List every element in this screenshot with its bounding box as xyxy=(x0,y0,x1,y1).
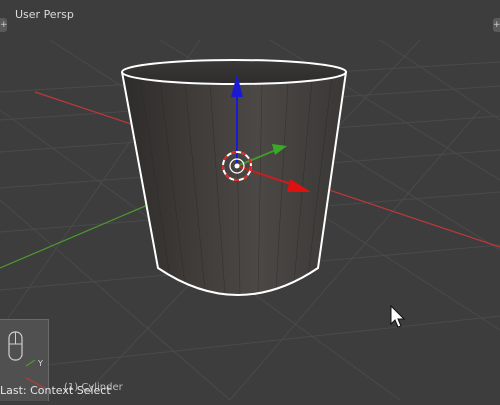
3d-viewport[interactable]: User Persp + + Y (1) Cylinder Last: Cont… xyxy=(0,0,500,401)
area-split-widget-left[interactable]: + xyxy=(0,18,8,32)
mini-axis-y-label: Y xyxy=(37,359,43,368)
mouse-cursor-icon xyxy=(390,304,406,328)
viewport-scene[interactable] xyxy=(0,0,500,401)
view-label: User Persp xyxy=(15,8,74,21)
area-split-widget-right[interactable]: + xyxy=(493,18,500,32)
last-operator-label: Last: Context Select xyxy=(0,384,111,397)
